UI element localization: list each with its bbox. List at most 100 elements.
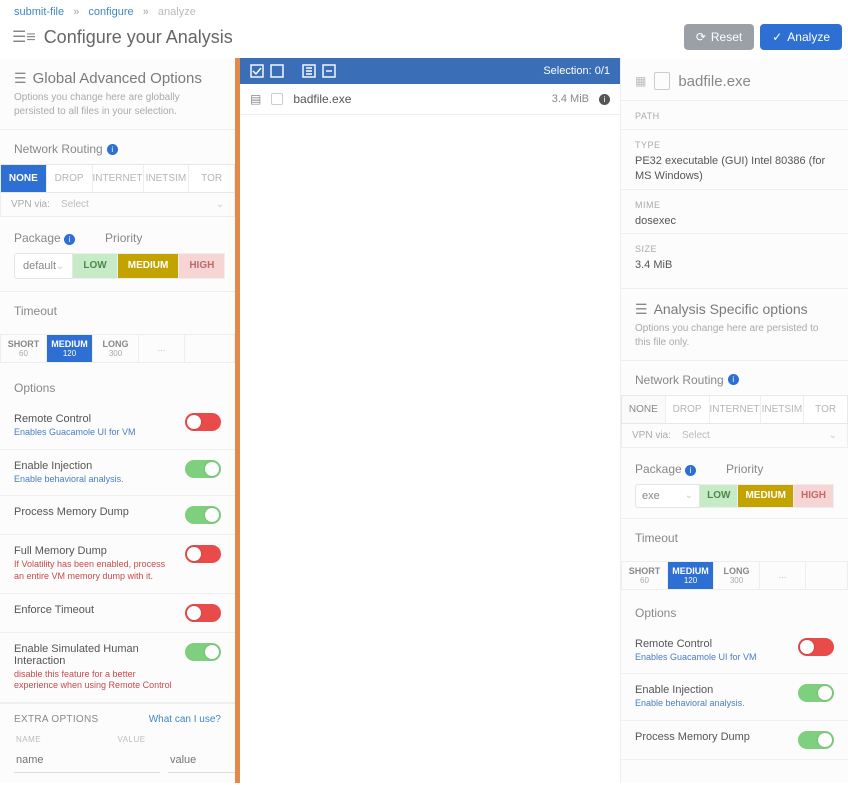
process-memory-label: Process Memory Dump — [14, 506, 177, 518]
reset-button[interactable]: ⟳ Reset — [684, 24, 754, 50]
info-icon[interactable]: i — [64, 234, 75, 245]
full-memory-label: Full Memory Dump — [14, 545, 177, 557]
enable-injection-toggle[interactable] — [185, 460, 221, 478]
timeout-medium[interactable]: MEDIUM 120 — [47, 335, 93, 362]
extra-options-title: EXTRA OPTIONS — [14, 714, 98, 725]
extra-name-input[interactable] — [14, 748, 160, 773]
info-icon[interactable]: i — [685, 465, 696, 476]
priority-medium[interactable]: MEDIUM — [118, 253, 180, 279]
sliders-icon: ☰≡ — [12, 27, 36, 47]
simulate-human-label: Enable Simulated Human Interaction — [14, 643, 177, 667]
timeout-label: Timeout — [0, 292, 235, 326]
info-icon[interactable]: i — [107, 144, 118, 155]
chevron-right-icon: » — [143, 6, 149, 18]
detail-timeout-short[interactable]: SHORT 60 — [622, 562, 668, 589]
page-title: Configure your Analysis — [44, 27, 233, 48]
detail-timeout-custom[interactable]: ... — [760, 562, 806, 589]
extra-options-note: To add a new option, type the option nam… — [0, 773, 235, 783]
vpn-select[interactable]: Select ⌄ — [61, 199, 224, 210]
global-options-title: Global Advanced Options — [33, 70, 202, 87]
select-none-icon[interactable] — [270, 64, 284, 78]
detail-routing-drop[interactable]: DROP — [666, 396, 710, 423]
detail-routing-tor[interactable]: TOR — [804, 396, 847, 423]
select-all-icon[interactable] — [250, 64, 264, 78]
timeout-long[interactable]: LONG 300 — [93, 335, 139, 362]
process-memory-toggle[interactable] — [185, 506, 221, 524]
detail-remote-label: Remote Control — [635, 638, 790, 650]
routing-drop[interactable]: DROP — [47, 165, 93, 192]
routing-tor[interactable]: TOR — [189, 165, 234, 192]
type-value: PE32 executable (GUI) Intel 80386 (for M… — [635, 154, 834, 185]
info-icon[interactable]: i — [728, 374, 739, 385]
info-icon[interactable]: i — [599, 94, 610, 105]
priority-low[interactable]: LOW — [73, 253, 117, 279]
enable-injection-label: Enable Injection — [14, 460, 177, 472]
file-checkbox[interactable] — [271, 93, 283, 105]
full-memory-toggle[interactable] — [185, 545, 221, 563]
extra-col-value: VALUE — [118, 735, 220, 744]
detail-injection-label: Enable Injection — [635, 684, 790, 696]
detail-priority-label: Priority — [726, 462, 763, 476]
simulate-human-desc: disable this feature for a better experi… — [14, 669, 177, 692]
global-options-panel: ☰ Global Advanced Options Options you ch… — [0, 58, 240, 783]
priority-high[interactable]: HIGH — [179, 253, 225, 279]
global-options-desc: Options you change here are globally per… — [0, 91, 235, 129]
timeout-custom[interactable]: ... — [139, 335, 185, 362]
chevron-down-icon: ⌄ — [56, 261, 64, 272]
detail-timeout-medium[interactable]: MEDIUM 120 — [668, 562, 714, 589]
file-size: 3.4 MiB — [552, 93, 589, 105]
analyze-button[interactable]: ✓ Analyze — [760, 24, 842, 50]
type-label: TYPE — [635, 140, 834, 150]
remote-control-desc: Enables Guacamole UI for VM — [14, 427, 177, 439]
chevron-down-icon: ⌄ — [829, 430, 837, 441]
detail-pmem-toggle[interactable] — [798, 731, 834, 749]
detail-routing-internet[interactable]: INTERNET — [710, 396, 761, 423]
extra-col-name: NAME — [16, 735, 118, 744]
file-row[interactable]: ▤ badfile.exe 3.4 MiB i — [240, 84, 620, 115]
network-routing-label: Network Routing — [14, 142, 103, 156]
full-memory-desc: If Volatility has been enabled, process … — [14, 559, 177, 582]
crumb-configure[interactable]: configure — [88, 6, 133, 18]
file-detail-panel: ▦ badfile.exe PATH TYPE PE32 executable … — [620, 58, 848, 783]
enforce-timeout-toggle[interactable] — [185, 604, 221, 622]
detail-routing-inetsim[interactable]: INETSIM — [761, 396, 805, 423]
collapse-icon[interactable] — [322, 64, 336, 78]
extra-options-help[interactable]: What can I use? — [149, 714, 221, 725]
crumb-submit[interactable]: submit-file — [14, 6, 64, 18]
vpn-via-label: VPN via: — [11, 199, 61, 210]
routing-inetsim[interactable]: INETSIM — [144, 165, 190, 192]
remote-control-toggle[interactable] — [185, 413, 221, 431]
document-icon — [654, 72, 670, 90]
routing-none[interactable]: NONE — [1, 165, 47, 192]
detail-package-select[interactable]: exe ⌄ — [635, 484, 700, 508]
detail-priority-medium[interactable]: MEDIUM — [738, 484, 794, 508]
detail-injection-toggle[interactable] — [798, 684, 834, 702]
routing-internet[interactable]: INTERNET — [93, 165, 144, 192]
specific-options-desc: Options you change here are persisted to… — [621, 322, 848, 360]
simulate-human-toggle[interactable] — [185, 643, 221, 661]
detail-pmem-label: Process Memory Dump — [635, 731, 790, 743]
detail-options-heading: Options — [621, 590, 848, 628]
detail-priority-high[interactable]: HIGH — [794, 484, 834, 508]
detail-remote-toggle[interactable] — [798, 638, 834, 656]
package-select[interactable]: default ⌄ — [14, 253, 73, 279]
file-icon: ▤ — [250, 92, 261, 106]
list-icon: ☰ — [635, 301, 648, 318]
detail-routing-none[interactable]: NONE — [622, 396, 666, 423]
timeout-short[interactable]: SHORT 60 — [1, 335, 47, 362]
chevron-down-icon: ⌄ — [216, 199, 224, 210]
mime-label: MIME — [635, 200, 834, 210]
expand-icon[interactable] — [302, 64, 316, 78]
detail-priority-low[interactable]: LOW — [700, 484, 738, 508]
file-name: badfile.exe — [293, 92, 541, 106]
detail-remote-desc: Enables Guacamole UI for VM — [635, 652, 790, 664]
size-label: SIZE — [635, 244, 834, 254]
breadcrumb: submit-file » configure » analyze — [0, 0, 848, 22]
chevron-right-icon: » — [73, 6, 79, 18]
grid-icon: ▦ — [635, 74, 646, 88]
extra-value-input[interactable] — [168, 748, 240, 773]
detail-vpn-label: VPN via: — [632, 430, 682, 441]
detail-vpn-select[interactable]: Select ⌄ — [682, 430, 837, 441]
file-toolbar: Selection: 0/1 — [240, 58, 620, 84]
detail-timeout-long[interactable]: LONG 300 — [714, 562, 760, 589]
